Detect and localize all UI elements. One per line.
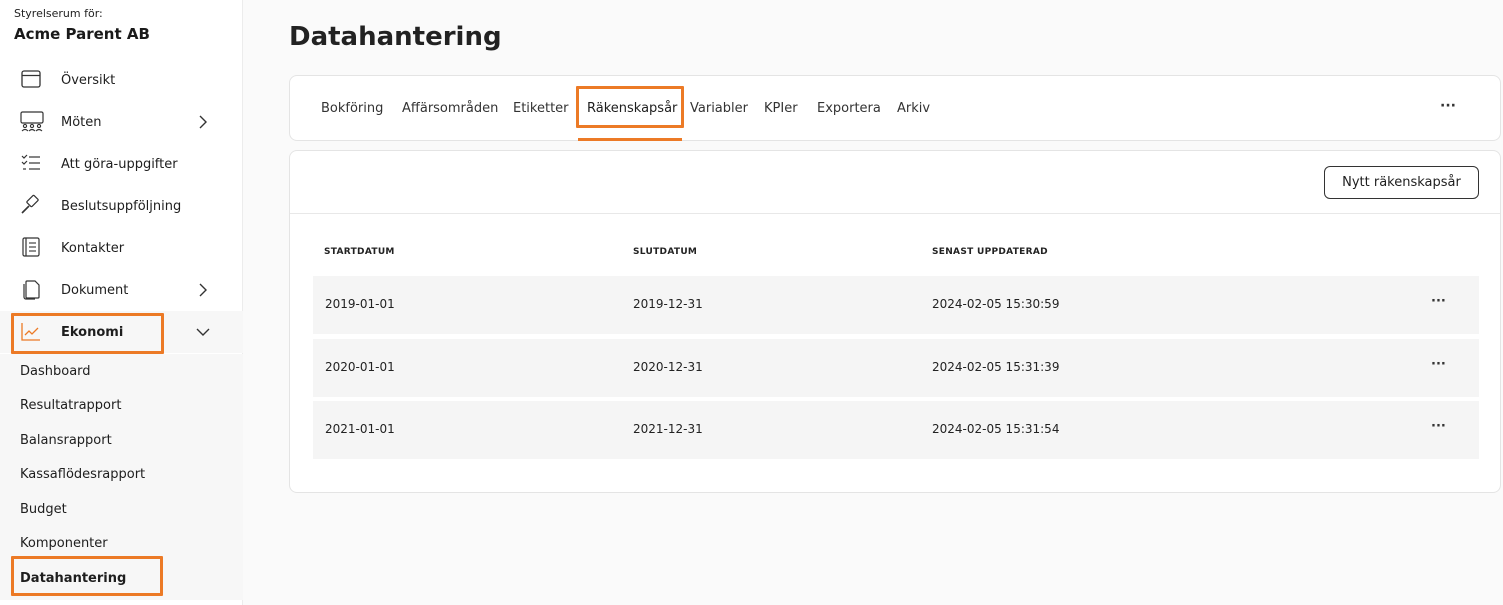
sidebar-item-label: Beslutsuppföljning [61,198,182,214]
submenu-item-balansrapport[interactable]: Balansrapport [20,433,112,448]
cell-slutdatum: 2019-12-31 [633,297,703,311]
chevron-right-icon[interactable] [195,282,211,298]
sidebar-item-dokument[interactable]: Dokument [0,269,243,311]
tab-exportera[interactable]: Exportera [817,101,881,116]
cell-startdatum: 2019-01-01 [325,297,395,311]
row-more-icon[interactable]: ··· [1431,419,1446,434]
fiscal-years-card: Nytt räkenskapsår STARTDATUM SLUTDATUM S… [289,150,1501,493]
sidebar-item-oversikt[interactable]: Översikt [0,59,243,101]
cell-slutdatum: 2020-12-31 [633,360,703,374]
submenu-item-resultatrapport[interactable]: Resultatrapport [20,398,121,413]
table-row[interactable]: 2021-01-01 2021-12-31 2024-02-05 15:31:5… [313,401,1479,459]
chevron-down-icon[interactable] [195,324,211,340]
main-content: Datahantering Bokföring Affärsområden Et… [244,0,1503,605]
sidebar: Styrelserum för: Acme Parent AB Översikt… [0,0,243,605]
tab-variabler[interactable]: Variabler [690,101,748,116]
sidebar-item-label: Dokument [61,282,129,298]
cell-startdatum: 2020-01-01 [325,360,395,374]
org-label: Styrelserum för: [14,7,103,20]
cell-senast-uppdaterad: 2024-02-05 15:31:54 [932,422,1060,436]
new-fiscal-year-button[interactable]: Nytt räkenskapsår [1324,166,1479,199]
highlight-datahantering [11,556,163,596]
sidebar-item-label: Att göra-uppgifter [61,156,178,172]
contacts-book-icon [20,236,42,258]
chevron-right-icon[interactable] [195,114,211,130]
tab-etiketter[interactable]: Etiketter [513,101,569,116]
page-title: Datahantering [289,22,502,52]
sidebar-item-todo[interactable]: Att göra-uppgifter [0,143,243,185]
more-options-icon[interactable]: ··· [1440,98,1456,114]
checklist-icon [20,152,42,174]
documents-icon [20,278,42,300]
tab-arkiv[interactable]: Arkiv [897,101,930,116]
submenu-item-kassaflodesrapport[interactable]: Kassaflödesrapport [20,467,145,482]
sidebar-item-label: Översikt [61,72,116,88]
column-header-startdatum: STARTDATUM [324,247,395,257]
gavel-icon [20,194,42,216]
submenu-item-komponenter[interactable]: Komponenter [20,536,108,551]
highlight-rakenskapsar-tab [576,86,684,128]
org-name: Acme Parent AB [14,25,150,43]
cell-slutdatum: 2021-12-31 [633,422,703,436]
sidebar-item-moten[interactable]: Möten [0,101,243,143]
highlight-ekonomi [11,313,164,354]
meetings-icon [20,110,44,132]
submenu-item-dashboard[interactable]: Dashboard [20,364,91,379]
tab-bokforing[interactable]: Bokföring [321,101,383,116]
cell-senast-uppdaterad: 2024-02-05 15:31:39 [932,360,1060,374]
table-row[interactable]: 2020-01-01 2020-12-31 2024-02-05 15:31:3… [313,339,1479,397]
sidebar-item-label: Möten [61,114,102,130]
cell-senast-uppdaterad: 2024-02-05 15:30:59 [932,297,1060,311]
tabs-bar: Bokföring Affärsområden Etiketter Räkens… [289,75,1501,141]
sidebar-item-kontakter[interactable]: Kontakter [0,227,243,269]
divider [290,213,1500,214]
table-row[interactable]: 2019-01-01 2019-12-31 2024-02-05 15:30:5… [313,276,1479,334]
tab-kpier[interactable]: KPIer [764,101,798,116]
calendar-icon [20,68,42,90]
submenu-item-budget[interactable]: Budget [20,502,67,517]
cell-startdatum: 2021-01-01 [325,422,395,436]
sidebar-item-beslut[interactable]: Beslutsuppföljning [0,185,243,227]
tab-affarsomraden[interactable]: Affärsområden [402,101,498,116]
column-header-senast-uppdaterad: SENAST UPPDATERAD [932,247,1048,257]
active-tab-indicator [578,138,682,141]
sidebar-item-label: Kontakter [61,240,125,256]
row-more-icon[interactable]: ··· [1431,357,1446,372]
row-more-icon[interactable]: ··· [1431,294,1446,309]
column-header-slutdatum: SLUTDATUM [633,247,698,257]
